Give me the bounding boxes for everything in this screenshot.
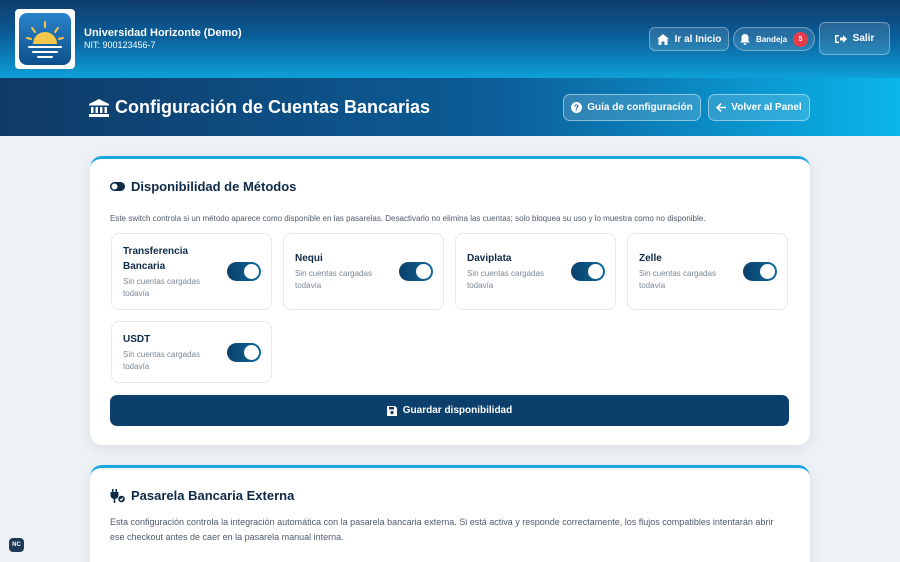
bell-icon: [739, 33, 750, 45]
inbox-button[interactable]: Bandeja 5: [733, 27, 815, 51]
back-to-panel-button[interactable]: Volver al Panel: [708, 94, 810, 121]
svg-text:?: ?: [574, 104, 579, 113]
home-button-label: Ir al Inicio: [674, 33, 722, 45]
back-to-panel-label: Volver al Panel: [731, 102, 802, 113]
save-availability-label: Guardar disponibilidad: [402, 405, 513, 416]
sign-out-icon: [834, 34, 847, 43]
availability-description: Este switch controla si un método aparec…: [110, 214, 706, 223]
availability-title: Disponibilidad de Métodos: [110, 179, 296, 194]
method-status: Sin cuentas cargadas todavía: [295, 269, 372, 290]
method-status: Sin cuentas cargadas todavía: [123, 277, 200, 298]
exit-button-label: Salir: [852, 33, 875, 44]
org-name: Universidad Horizonte (Demo): [84, 27, 242, 39]
method-status: Sin cuentas cargadas todavía: [467, 269, 544, 290]
gateway-description: Esta configuración controla la integraci…: [110, 517, 774, 542]
inbox-count-badge: 5: [793, 31, 809, 47]
method-card-usdt: USDT Sin cuentas cargadas todavía: [111, 321, 272, 383]
method-toggle-transferencia[interactable]: [227, 262, 261, 281]
method-name: Daviplata: [467, 253, 512, 264]
exit-button[interactable]: Salir: [819, 22, 890, 55]
gateway-card: Pasarela Bancaria Externa Esta configura…: [90, 465, 810, 562]
method-card-transferencia: Transferencia Bancaria Sin cuentas carga…: [111, 233, 272, 310]
method-toggle-daviplata[interactable]: [571, 262, 605, 281]
page-title-text: Configuración de Cuentas Bancarias: [115, 97, 431, 117]
corner-badge[interactable]: NC: [9, 538, 24, 552]
inbox-button-label: Bandeja: [755, 34, 788, 44]
sun-logo-icon: [19, 13, 71, 65]
home-button[interactable]: Ir al Inicio: [649, 27, 729, 51]
setup-guide-button[interactable]: ? Guía de configuración: [563, 94, 701, 121]
method-card-daviplata: Daviplata Sin cuentas cargadas todavía: [455, 233, 616, 310]
method-name: Nequi: [295, 253, 323, 264]
method-status: Sin cuentas cargadas todavía: [123, 350, 200, 371]
method-card-zelle: Zelle Sin cuentas cargadas todavía: [627, 233, 788, 310]
org-nit: NIT: 900123456-7: [84, 40, 156, 50]
arrow-left-icon: [716, 103, 727, 112]
method-toggle-zelle[interactable]: [743, 262, 777, 281]
toggle-on-icon: [110, 182, 125, 191]
method-name: USDT: [123, 334, 151, 345]
home-icon: [656, 33, 669, 45]
org-logo[interactable]: [15, 9, 75, 69]
gateway-title-text: Pasarela Bancaria Externa: [131, 488, 295, 503]
save-availability-button[interactable]: Guardar disponibilidad: [110, 395, 789, 426]
method-name: Transferencia Bancaria: [123, 246, 189, 272]
gateway-title: Pasarela Bancaria Externa: [110, 488, 294, 503]
method-toggle-usdt[interactable]: [227, 343, 261, 362]
floppy-disk-icon: [386, 405, 397, 416]
availability-title-text: Disponibilidad de Métodos: [131, 179, 297, 194]
setup-guide-label: Guía de configuración: [587, 102, 693, 113]
plug-icon: [110, 488, 125, 503]
method-card-nequi: Nequi Sin cuentas cargadas todavía: [283, 233, 444, 310]
bank-icon: [89, 98, 109, 117]
method-name: Zelle: [639, 253, 662, 264]
method-status: Sin cuentas cargadas todavía: [639, 269, 716, 290]
method-toggle-nequi[interactable]: [399, 262, 433, 281]
page-title: Configuración de Cuentas Bancarias: [89, 97, 430, 118]
availability-card: Disponibilidad de Métodos Este switch co…: [90, 156, 810, 445]
question-circle-icon: ?: [571, 102, 583, 113]
